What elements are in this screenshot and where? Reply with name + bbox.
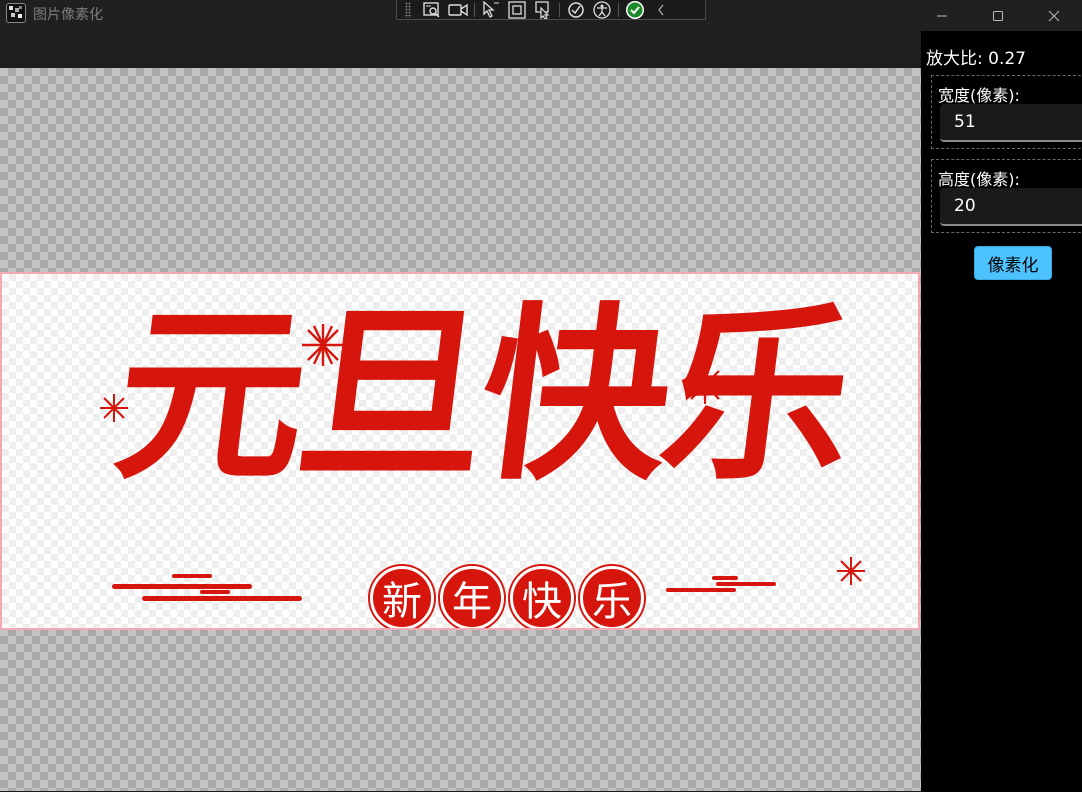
height-group: 高度(像素): [931,159,1082,233]
greeting-title: 元旦快乐 [104,285,860,506]
toolbar-separator [559,2,560,17]
zoom-ratio-label: 放大比: 0.27 [926,49,1026,69]
live-visual-tree-icon[interactable] [419,0,445,20]
loaded-image[interactable]: 元旦快乐 新 年 快 乐 [0,272,920,630]
record-icon[interactable] [445,0,471,20]
width-input[interactable] [940,104,1082,142]
subtitle-row: 新 年 快 乐 [370,566,644,628]
subtitle-char: 乐 [580,566,644,628]
pixelate-button[interactable]: 像素化 [974,246,1052,280]
window-title: 图片像素化 [33,7,103,23]
settings-panel: 放大比: 0.27 宽度(像素): 高度(像素): 像素化 [921,31,1082,792]
firework-icon [837,557,865,585]
accessibility-checker-icon[interactable] [589,0,615,20]
collapse-chevron-icon[interactable] [648,0,674,20]
binding-failures-check-icon[interactable] [622,0,648,20]
subtitle-char: 年 [440,566,504,628]
cloud-line-decoration [666,576,776,592]
width-label: 宽度(像素): [938,86,1020,105]
hot-reload-icon[interactable] [563,0,589,20]
close-icon[interactable] [1026,0,1082,31]
window-controls [914,0,1082,31]
toolbar-separator [474,2,475,17]
toolbar-separator [618,2,619,17]
width-group: 宽度(像素): [931,75,1082,149]
image-canvas[interactable]: 元旦快乐 新 年 快 乐 [0,31,921,792]
app-icon [6,3,26,23]
maximize-icon[interactable] [970,0,1026,31]
height-input[interactable] [940,188,1082,226]
minimize-icon[interactable] [914,0,970,31]
grip-icon[interactable] [405,1,411,18]
height-label: 高度(像素): [938,170,1020,189]
subtitle-char: 快 [510,566,574,628]
select-element-icon[interactable] [478,0,504,20]
xaml-debug-toolbar [396,0,706,20]
title-bar: 图片像素化 [0,0,1082,31]
cloud-line-decoration [112,574,302,601]
display-layout-adorners-icon[interactable] [504,0,530,20]
track-focus-icon[interactable] [530,0,556,20]
subtitle-char: 新 [370,566,434,628]
transparency-background: 元旦快乐 新 年 快 乐 [0,68,921,791]
